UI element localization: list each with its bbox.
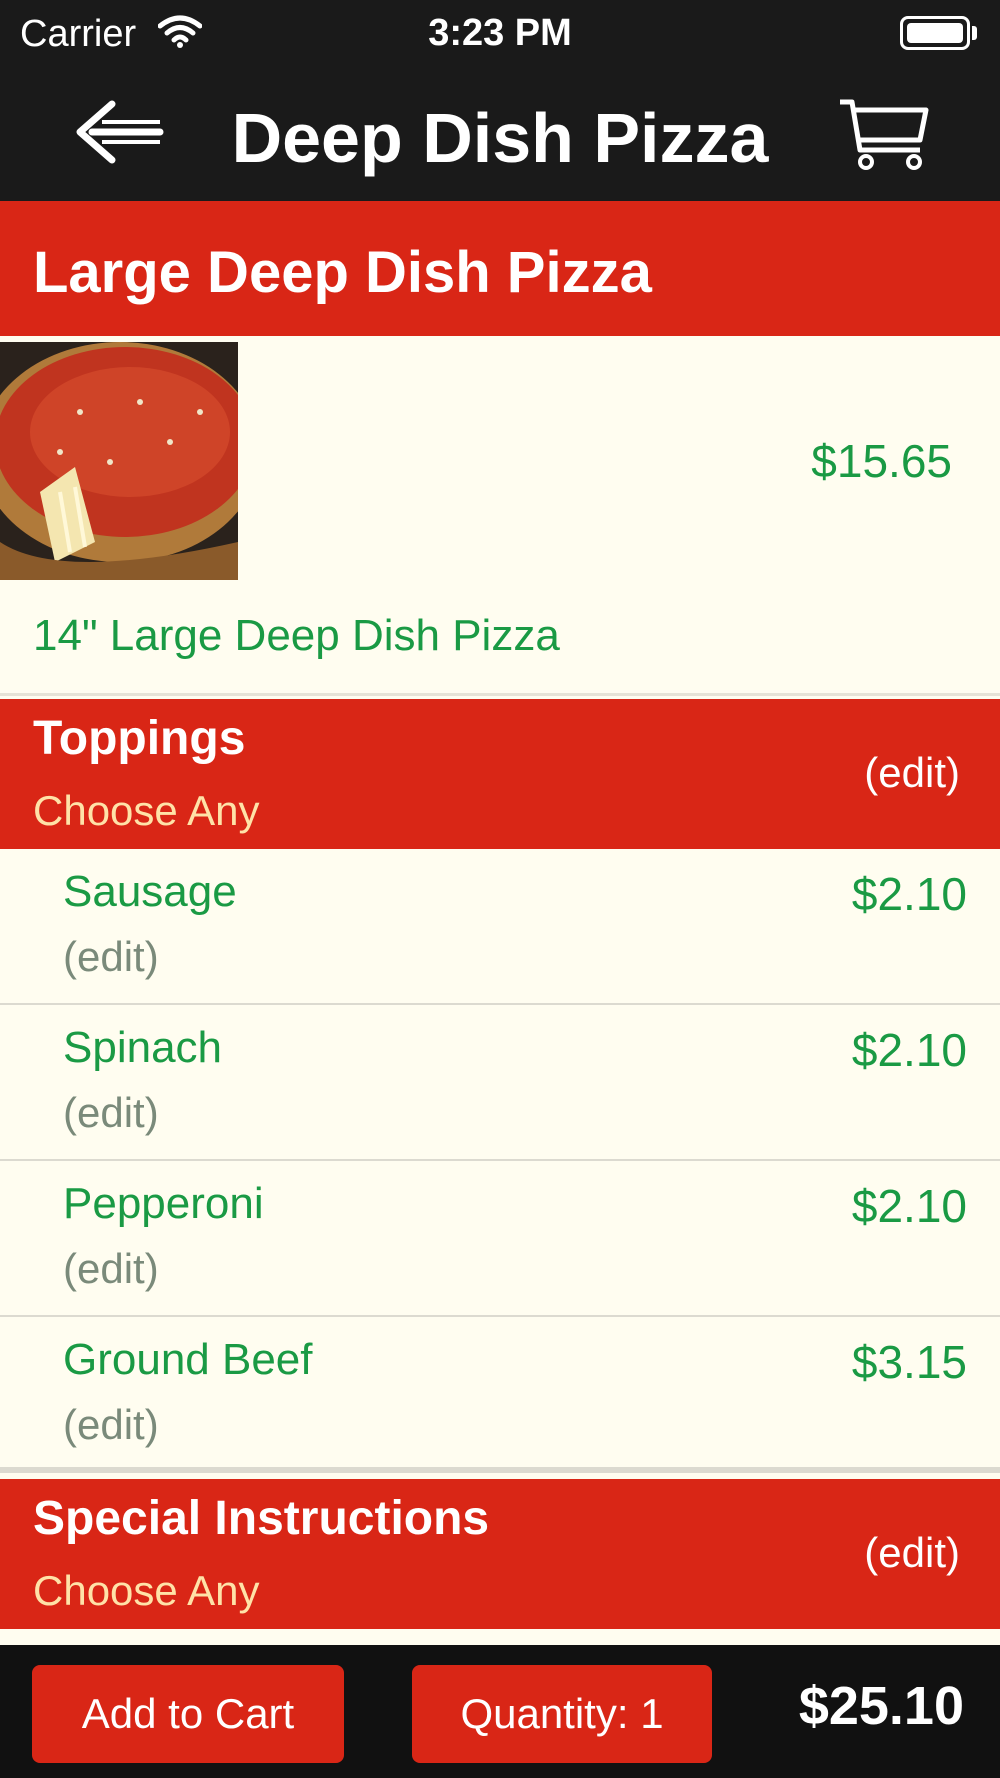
topping-price: $2.10 [851,868,967,920]
instructions-edit-link[interactable]: (edit) [864,1529,960,1577]
topping-name: Ground Beef [63,1335,313,1384]
instructions-title: Special Instructions [33,1492,490,1545]
instructions-subtitle: Choose Any [33,1567,260,1614]
topping-name: Pepperoni [63,1179,264,1228]
battery-tip [972,26,977,40]
topping-edit-link[interactable]: (edit) [63,933,159,981]
add-to-cart-button[interactable]: Add to Cart [32,1665,344,1763]
status-bar: Carrier 3:23 PM [0,0,1000,66]
item-header: Large Deep Dish Pizza [0,201,1000,336]
item-name: Large Deep Dish Pizza [33,240,652,305]
nav-bar: Deep Dish Pizza [0,66,1000,201]
toppings-subtitle: Choose Any [33,787,260,834]
instructions-section-header[interactable]: Special Instructions Choose Any (edit) [0,1479,1000,1629]
order-total: $25.10 [798,1676,964,1736]
topping-row[interactable]: Ground Beef (edit) $3.15 [0,1317,1000,1473]
quantity-button[interactable]: Quantity: 1 [412,1665,712,1763]
bottom-bar: Add to Cart Quantity: 1 $25.10 [0,1645,1000,1778]
pizza-image [0,342,238,580]
topping-edit-link[interactable]: (edit) [63,1245,159,1293]
topping-edit-link[interactable]: (edit) [63,1401,159,1449]
item-info: $15.65 14" Large Deep Dish Pizza [0,336,1000,696]
battery-icon [900,16,970,50]
topping-name: Sausage [63,867,237,916]
topping-price: $3.15 [851,1336,967,1388]
topping-row[interactable]: Sausage (edit) $2.10 [0,849,1000,1005]
topping-price: $2.10 [851,1024,967,1076]
topping-edit-link[interactable]: (edit) [63,1089,159,1137]
topping-name: Spinach [63,1023,223,1072]
cart-icon[interactable] [836,96,932,172]
item-description: 14" Large Deep Dish Pizza [33,611,560,660]
topping-row[interactable]: Spinach (edit) $2.10 [0,1005,1000,1161]
toppings-title: Toppings [33,712,246,765]
toppings-section-header[interactable]: Toppings Choose Any (edit) [0,699,1000,849]
topping-price: $2.10 [851,1180,967,1232]
content-area: Large Deep Dish Pizza $15.65 14" Large D… [0,201,1000,1645]
status-time: 3:23 PM [428,12,572,54]
toppings-edit-link[interactable]: (edit) [864,749,960,797]
item-price: $15.65 [811,435,952,487]
topping-row[interactable]: Pepperoni (edit) $2.10 [0,1161,1000,1317]
